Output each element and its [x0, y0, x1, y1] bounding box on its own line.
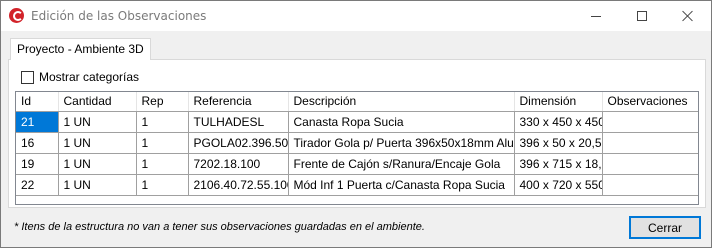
maximize-icon: [637, 11, 647, 21]
close-window-button[interactable]: [665, 1, 711, 31]
cell-dimension[interactable]: 396 x 715 x 18,5: [514, 153, 603, 175]
cell-id[interactable]: 21: [16, 111, 59, 133]
cell-referencia[interactable]: TULHADESL: [188, 111, 289, 133]
show-categories-label: Mostrar categorías: [39, 70, 140, 84]
cell-descripcion[interactable]: Tirador Gola p/ Puerta 396x50x18mm Alumi…: [288, 132, 515, 154]
table-row[interactable]: 22 1 UN 1 2106.40.72.55.100 Mód Inf 1 Pu…: [16, 174, 698, 196]
title-bar[interactable]: Edición de las Observaciones: [1, 1, 711, 31]
observations-table: Id Cantidad Rep Referencia Descripción D…: [16, 92, 698, 196]
cell-referencia[interactable]: 2106.40.72.55.100: [188, 174, 289, 196]
cell-descripcion[interactable]: Canasta Ropa Sucia: [288, 111, 515, 133]
minimize-icon: [591, 15, 601, 17]
cell-id[interactable]: 22: [16, 174, 59, 196]
footnote-text: * Itens de la estructura no van a tener …: [14, 221, 425, 233]
cell-observaciones[interactable]: [602, 132, 698, 154]
cell-dimension[interactable]: 330 x 450 x 450: [514, 111, 603, 133]
table-row[interactable]: 19 1 UN 1 7202.18.100 Frente de Cajón s/…: [16, 153, 698, 175]
column-header-dimension[interactable]: Dimensión: [514, 92, 603, 112]
minimize-button[interactable]: [573, 1, 619, 31]
tab-proyecto-ambiente[interactable]: Proyecto - Ambiente 3D: [10, 38, 151, 60]
column-header-descripcion[interactable]: Descripción: [288, 92, 515, 112]
show-categories-option[interactable]: Mostrar categorías: [21, 70, 139, 84]
dialog-window: Edición de las Observaciones Proyecto - …: [0, 0, 712, 248]
cell-rep[interactable]: 1: [136, 132, 189, 154]
column-header-referencia[interactable]: Referencia: [188, 92, 289, 112]
cell-rep[interactable]: 1: [136, 111, 189, 133]
cell-observaciones[interactable]: [602, 111, 698, 133]
table-header-row: Id Cantidad Rep Referencia Descripción D…: [16, 92, 698, 112]
cell-cantidad[interactable]: 1 UN: [58, 111, 137, 133]
cerrar-button[interactable]: Cerrar: [629, 216, 701, 239]
cell-observaciones[interactable]: [602, 174, 698, 196]
table-row[interactable]: 21 1 UN 1 TULHADESL Canasta Ropa Sucia 3…: [16, 111, 698, 133]
cell-referencia[interactable]: PGOLA02.396.500: [188, 132, 289, 154]
table-row[interactable]: 16 1 UN 1 PGOLA02.396.500 Tirador Gola p…: [16, 132, 698, 154]
close-icon: [682, 10, 694, 22]
column-header-cantidad[interactable]: Cantidad: [58, 92, 137, 112]
cell-observaciones[interactable]: [602, 153, 698, 175]
cell-descripcion[interactable]: Mód Inf 1 Puerta c/Canasta Ropa Sucia: [288, 174, 515, 196]
tab-panel: Mostrar categorías Id Cantidad Rep Refer…: [8, 59, 706, 208]
cell-id[interactable]: 16: [16, 132, 59, 154]
column-header-rep[interactable]: Rep: [136, 92, 189, 112]
cell-rep[interactable]: 1: [136, 153, 189, 175]
cell-id[interactable]: 19: [16, 153, 59, 175]
cell-cantidad[interactable]: 1 UN: [58, 153, 137, 175]
cell-referencia[interactable]: 7202.18.100: [188, 153, 289, 175]
cell-dimension[interactable]: 396 x 50 x 20,5: [514, 132, 603, 154]
cell-dimension[interactable]: 400 x 720 x 550: [514, 174, 603, 196]
cell-rep[interactable]: 1: [136, 174, 189, 196]
cell-cantidad[interactable]: 1 UN: [58, 132, 137, 154]
window-title: Edición de las Observaciones: [31, 9, 207, 23]
app-logo-icon: [9, 8, 24, 23]
column-header-observaciones[interactable]: Observaciones: [602, 92, 698, 112]
observations-grid[interactable]: Id Cantidad Rep Referencia Descripción D…: [15, 91, 699, 205]
cell-descripcion[interactable]: Frente de Cajón s/Ranura/Encaje Gola: [288, 153, 515, 175]
maximize-button[interactable]: [619, 1, 665, 31]
cell-cantidad[interactable]: 1 UN: [58, 174, 137, 196]
show-categories-checkbox[interactable]: [21, 70, 34, 84]
column-header-id[interactable]: Id: [16, 92, 59, 112]
